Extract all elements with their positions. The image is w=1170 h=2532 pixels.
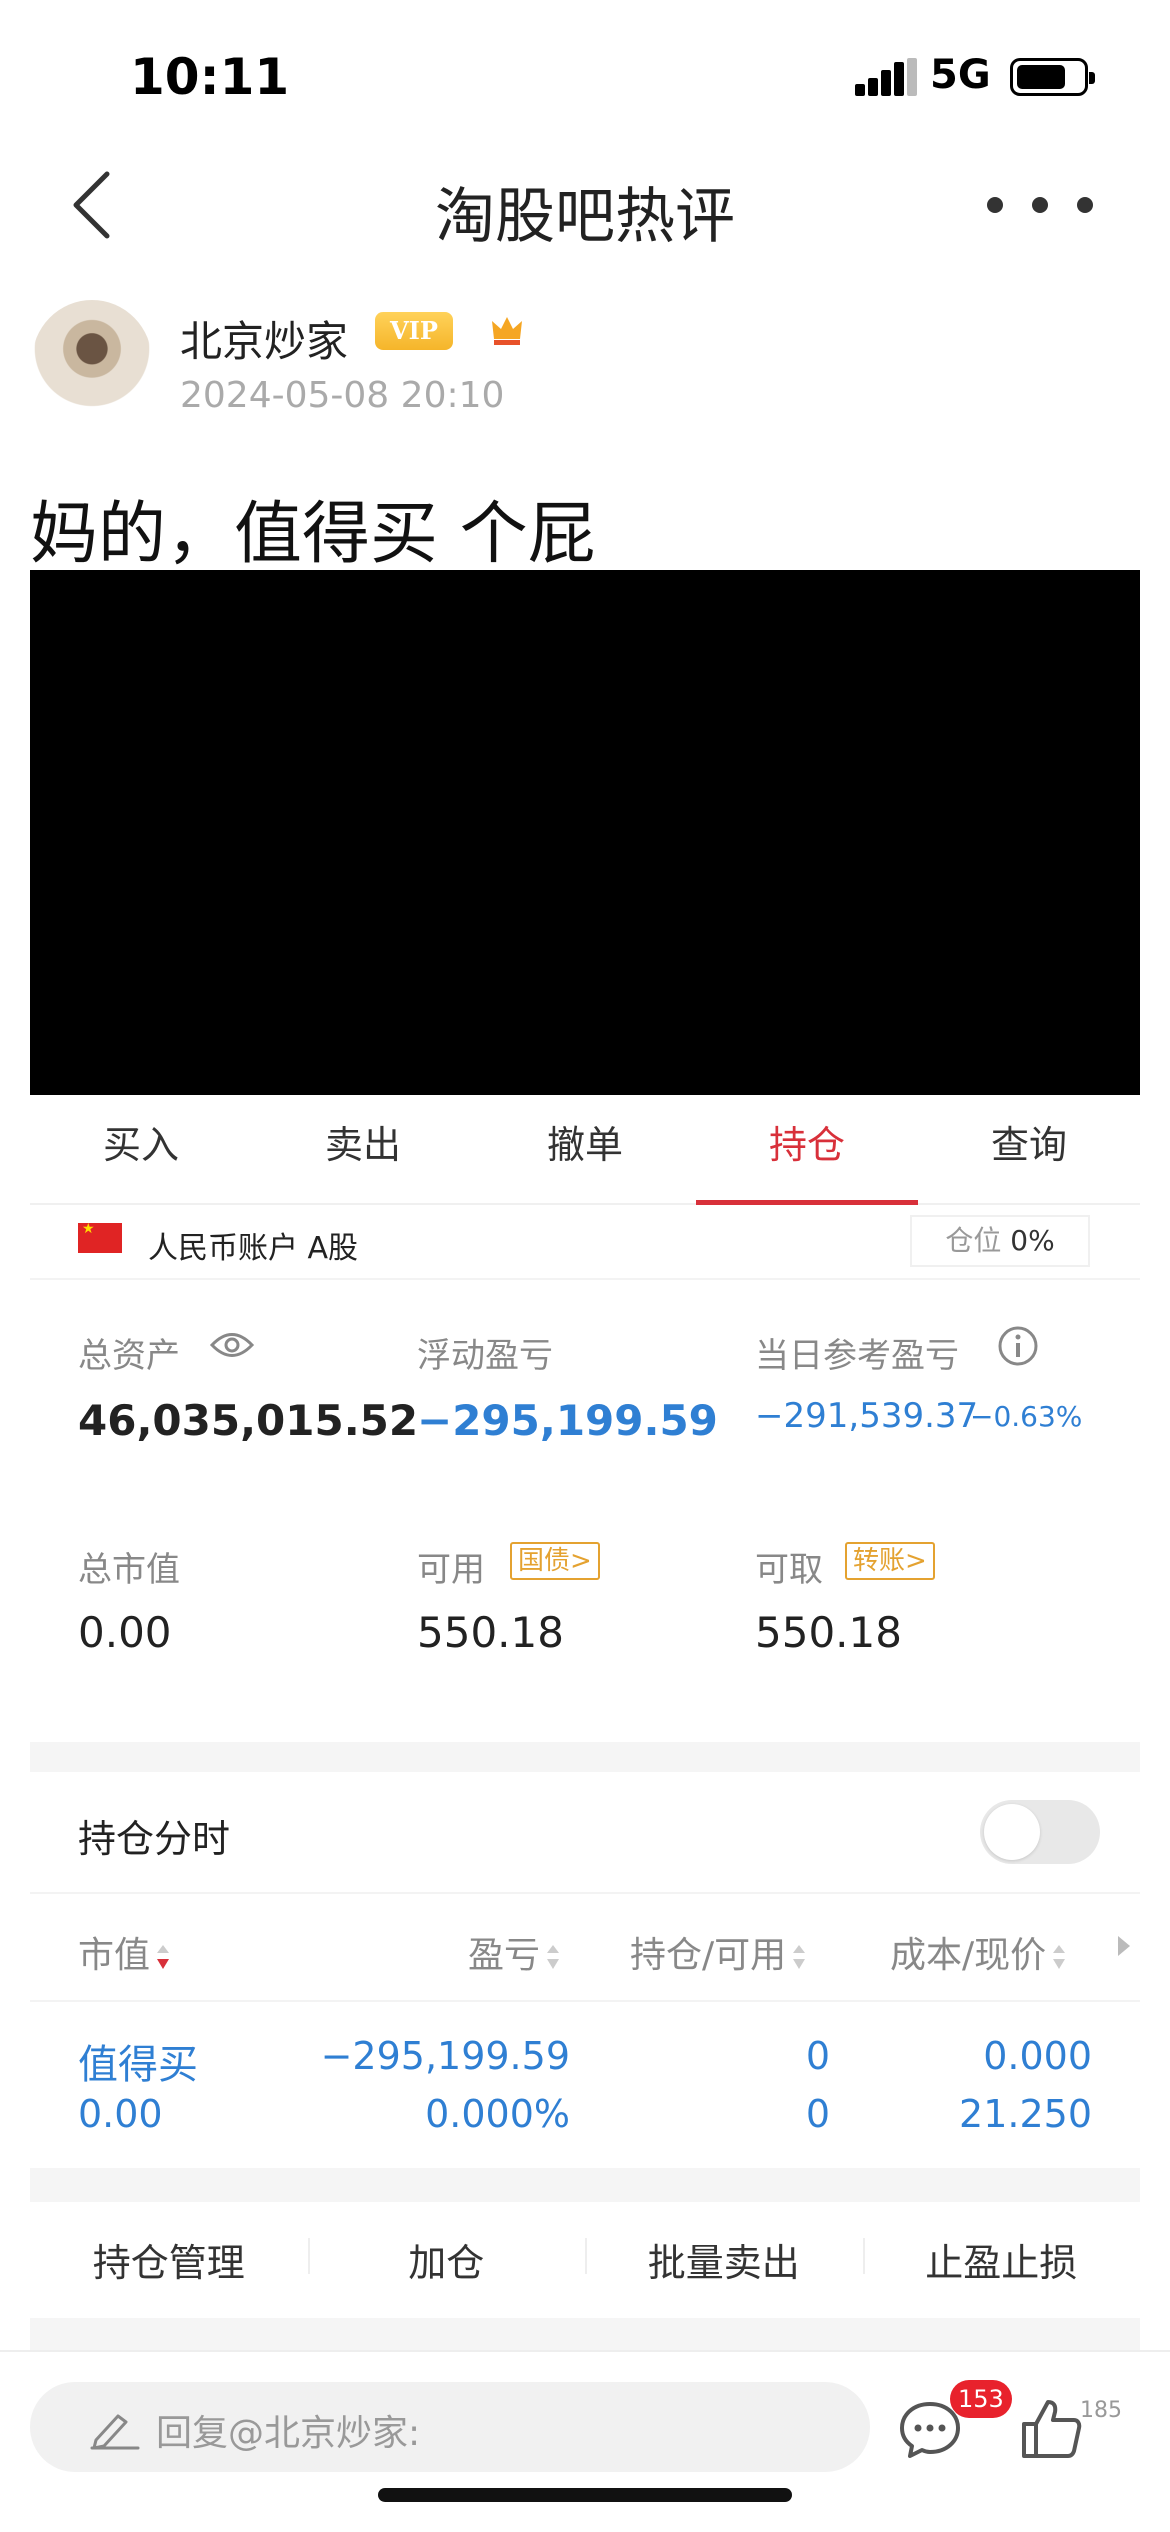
scroll-right-icon[interactable]: [1118, 1936, 1130, 1956]
trade-tabs: 买入 卖出 撤单 持仓 查询: [30, 1095, 1140, 1205]
tab-query[interactable]: 查询: [918, 1095, 1140, 1203]
status-time: 10:11: [130, 48, 290, 106]
add-position-button[interactable]: 加仓: [307, 2232, 586, 2287]
column-profit-loss[interactable]: 盈亏: [468, 1926, 562, 1978]
daily-pl-label: 当日参考盈亏: [755, 1336, 959, 1376]
total-assets-value: 46,035,015.52: [78, 1396, 419, 1445]
position-actions: 持仓管理 加仓 批量卖出 止盈止损: [30, 2202, 1140, 2317]
china-flag-icon: [78, 1221, 122, 1253]
like-count: 185: [1080, 2398, 1122, 2423]
sort-icon: [793, 1945, 806, 1969]
daily-pl-value: −291,539.37: [755, 1396, 979, 1436]
account-row: 人民币账户 A股 仓位 0%: [30, 1205, 1140, 1280]
pen-icon: [90, 2414, 140, 2450]
holding-name[interactable]: 值得买: [78, 2032, 198, 2090]
position-timeshare-toggle[interactable]: [980, 1800, 1100, 1864]
status-bar: 10:11 5G: [0, 0, 1170, 150]
column-position-available[interactable]: 持仓/可用: [630, 1926, 808, 1978]
tab-buy[interactable]: 买入: [30, 1095, 252, 1203]
account-label[interactable]: 人民币账户 A股: [148, 1223, 358, 1267]
post-date: 2024-05-08 20:10: [180, 375, 505, 416]
sort-icon: [547, 1945, 560, 1969]
transfer-link-button[interactable]: 转账>: [845, 1542, 935, 1580]
battery-level: [1017, 65, 1065, 89]
redacted-image: [30, 570, 1140, 1095]
position-label: 仓位: [945, 1224, 1002, 1257]
sort-desc-icon: [157, 1945, 170, 1969]
info-icon[interactable]: [997, 1325, 1039, 1367]
holding-position: 0: [805, 2034, 830, 2078]
positions-table-header: 市值 盈亏 持仓/可用 成本/现价: [30, 1892, 1140, 2002]
market-value-label: 总市值: [78, 1550, 180, 1590]
more-icon[interactable]: [980, 190, 1100, 220]
holding-cost: 0.000: [983, 2034, 1092, 2078]
available-value: 550.18: [417, 1608, 564, 1657]
tab-sell[interactable]: 卖出: [252, 1095, 474, 1203]
column-cost-price[interactable]: 成本/现价: [890, 1926, 1068, 1978]
withdrawable-value: 550.18: [755, 1608, 902, 1657]
holding-available: 0: [805, 2092, 830, 2136]
position-ratio: 仓位 0%: [910, 1215, 1090, 1267]
float-pl-value: −295,199.59: [417, 1396, 718, 1445]
section-divider: [30, 1742, 1140, 1772]
position-timeshare-label: 持仓分时: [78, 1817, 231, 1861]
bond-link-button[interactable]: 国债>: [510, 1542, 600, 1580]
available-label: 可用: [417, 1550, 485, 1590]
stop-profit-loss-button[interactable]: 止盈止损: [862, 2232, 1141, 2287]
reply-bar: 回复@北京炒家: 153 185: [0, 2350, 1170, 2532]
signal-icon: [855, 58, 917, 96]
tab-cancel[interactable]: 撤单: [474, 1095, 696, 1203]
crown-icon: [492, 317, 522, 345]
author-avatar[interactable]: [32, 300, 152, 422]
nav-bar: 淘股吧热评: [0, 150, 1170, 260]
position-value: 0%: [1010, 1224, 1055, 1257]
holding-price: 21.250: [959, 2092, 1092, 2136]
tab-positions[interactable]: 持仓: [696, 1095, 918, 1205]
batch-sell-button[interactable]: 批量卖出: [585, 2232, 863, 2287]
total-assets-label: 总资产: [78, 1336, 180, 1376]
post-text-suffix: 个屁: [438, 495, 596, 574]
battery-icon: [1010, 58, 1095, 96]
reply-input[interactable]: 回复@北京炒家:: [30, 2382, 870, 2472]
stock-link[interactable]: 值得买: [234, 495, 439, 579]
float-pl-label: 浮动盈亏: [417, 1336, 553, 1376]
comment-count-badge: 153: [950, 2380, 1012, 2418]
network-type: 5G: [930, 52, 991, 98]
sort-icon: [1053, 1945, 1066, 1969]
daily-pl-percent: −0.63%: [970, 1400, 1083, 1433]
vip-badge: VIP: [375, 312, 453, 350]
eye-icon[interactable]: [210, 1330, 254, 1360]
reply-placeholder: 回复@北京炒家:: [156, 2413, 421, 2454]
thumbs-up-icon[interactable]: [1018, 2396, 1084, 2462]
section-divider: [30, 2318, 1140, 2350]
column-market-value[interactable]: 市值: [78, 1926, 172, 1978]
holding-pl: −295,199.59: [320, 2034, 570, 2078]
manage-positions-button[interactable]: 持仓管理: [30, 2232, 308, 2287]
section-divider: [30, 2168, 1140, 2202]
post-text: 妈的，值得买 个屁: [30, 478, 596, 579]
market-value: 0.00: [78, 1608, 172, 1657]
holding-market-value: 0.00: [78, 2092, 163, 2136]
author-name[interactable]: 北京炒家: [180, 308, 348, 369]
withdrawable-label: 可取: [755, 1550, 823, 1590]
post-text-prefix: 妈的，: [30, 495, 235, 574]
home-indicator: [378, 2488, 792, 2502]
holding-pl-percent: 0.000%: [425, 2092, 570, 2136]
